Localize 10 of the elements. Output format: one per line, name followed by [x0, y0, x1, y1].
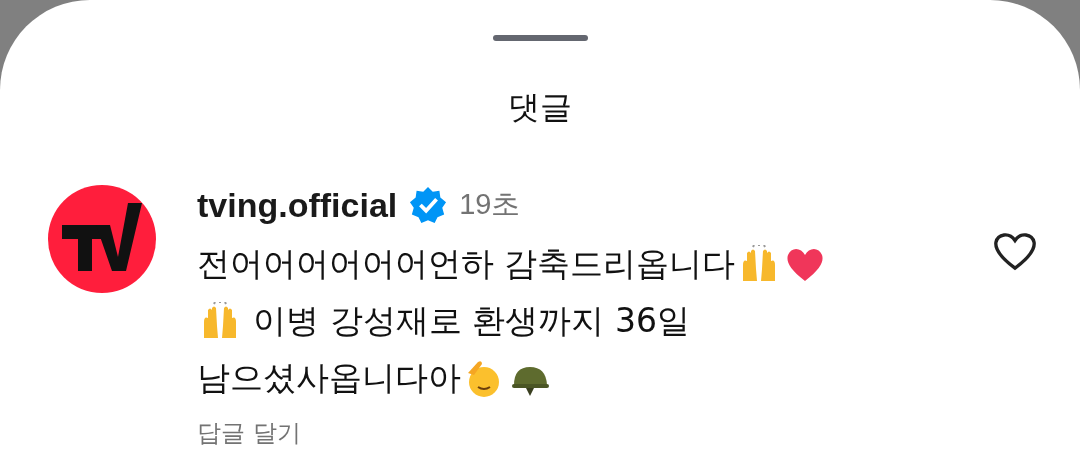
username[interactable]: tving.official	[197, 185, 398, 225]
avatar-logo-icon[interactable]	[48, 185, 156, 293]
comment-time: 19초	[459, 187, 521, 222]
drag-handle[interactable]	[492, 35, 588, 41]
comment-text: 이병 강성재로 환생까지 36일	[252, 300, 690, 342]
heart-icon[interactable]	[992, 230, 1038, 272]
comment-text: 남으셨사옵니다아	[197, 357, 461, 399]
reply-link[interactable]: 답글 달기	[197, 417, 992, 449]
sheet-title: 댓글	[508, 87, 572, 128]
comment-text: 전어어어어어어언하 감축드리옵니다	[197, 243, 736, 285]
